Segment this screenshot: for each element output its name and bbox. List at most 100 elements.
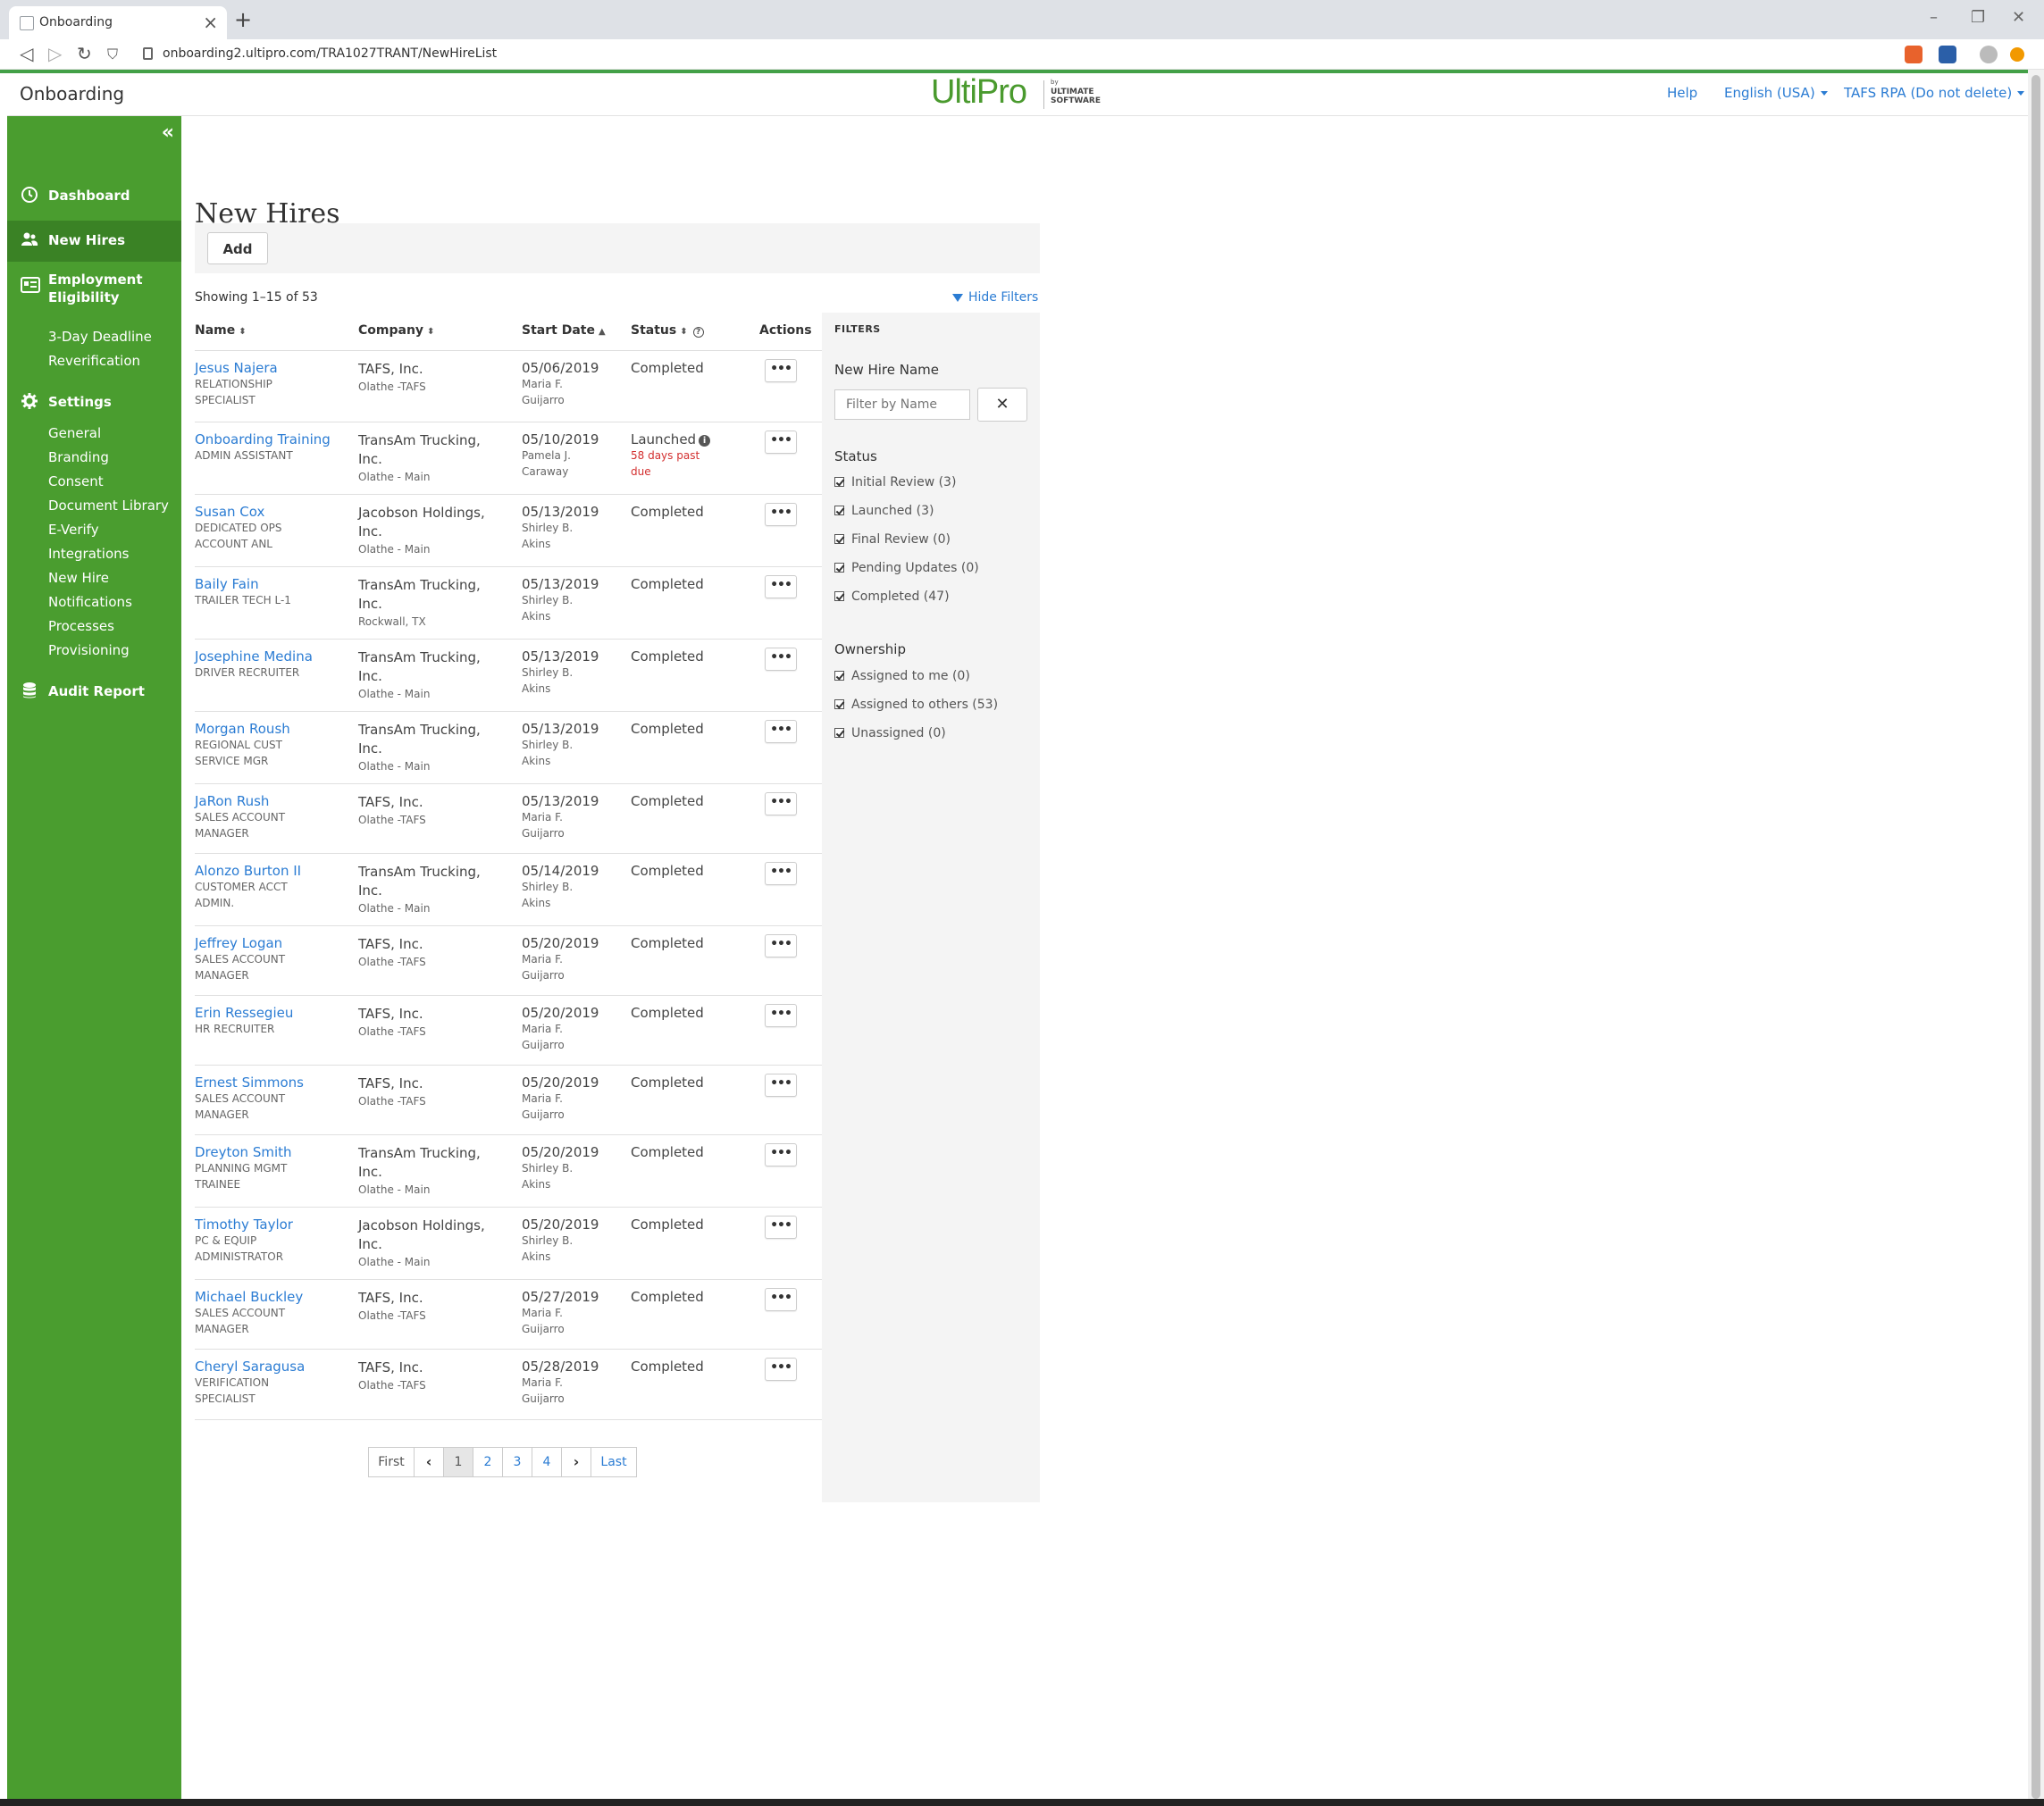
new-hire-name-link[interactable]: Michael Buckley	[195, 1289, 347, 1305]
page-1-button[interactable]: 1	[443, 1447, 473, 1477]
column-header-name[interactable]: Name ⬍	[195, 323, 247, 338]
checkbox-checked-icon[interactable]	[834, 671, 844, 681]
column-header-status[interactable]: Status ⬍?	[631, 323, 704, 338]
minimize-icon[interactable]: –	[1930, 8, 1938, 27]
checkbox-checked-icon[interactable]	[834, 477, 844, 487]
sidebar-subitem-document-library[interactable]: Document Library	[48, 497, 169, 514]
new-hire-name-link[interactable]: Josephine Medina	[195, 648, 347, 665]
status-filter-initial-review[interactable]: Initial Review (3)	[834, 475, 956, 489]
status-filter-completed[interactable]: Completed (47)	[834, 589, 950, 604]
next-page-icon[interactable]: ›	[561, 1447, 591, 1477]
new-hire-name-link[interactable]: Onboarding Training	[195, 431, 347, 447]
new-hire-name-link[interactable]: Alonzo Burton II	[195, 863, 347, 879]
profile-icon[interactable]	[1980, 46, 1998, 63]
new-hire-name-link[interactable]: Jesus Najera	[195, 360, 347, 376]
checkbox-checked-icon[interactable]	[834, 506, 844, 515]
new-hire-name-link[interactable]: Timothy Taylor	[195, 1217, 347, 1233]
close-tab-icon[interactable]: ×	[203, 12, 218, 33]
clear-filter-icon[interactable]: ✕	[977, 388, 1027, 422]
reload-icon[interactable]: ↻	[77, 43, 92, 64]
previous-page-icon[interactable]: ‹	[414, 1447, 444, 1477]
status-filter-final-review[interactable]: Final Review (0)	[834, 532, 951, 547]
bookmark-icon[interactable]: ⛉	[107, 46, 118, 63]
status-filter-launched[interactable]: Launched (3)	[834, 504, 934, 518]
page-4-button[interactable]: 4	[532, 1447, 562, 1477]
row-actions-button[interactable]: •••	[765, 1143, 797, 1166]
new-hire-name-link[interactable]: Susan Cox	[195, 504, 347, 520]
page-scrollbar[interactable]	[2028, 70, 2044, 1806]
sidebar-item-employment-eligibility[interactable]: Employment Eligibility	[7, 267, 181, 312]
sidebar-subitem-branding[interactable]: Branding	[48, 449, 109, 465]
row-actions-button[interactable]: •••	[765, 1288, 797, 1311]
row-actions-button[interactable]: •••	[765, 862, 797, 885]
sidebar-item-audit-report[interactable]: Audit Report	[7, 672, 181, 713]
row-actions-button[interactable]: •••	[765, 1004, 797, 1027]
help-link[interactable]: Help	[1667, 85, 1697, 101]
forward-icon[interactable]: ▷	[48, 43, 62, 64]
sidebar-subitem-e-verify[interactable]: E-Verify	[48, 522, 99, 538]
ownership-filter-assigned-to-me[interactable]: Assigned to me (0)	[834, 669, 970, 683]
add-new-hire-button[interactable]: Add	[207, 232, 268, 264]
sidebar-item-new-hires[interactable]: New Hires	[7, 221, 181, 262]
filter-by-name-input[interactable]	[834, 389, 970, 420]
sidebar-subitem-provisioning[interactable]: Provisioning	[48, 642, 130, 658]
update-alert-icon[interactable]	[2010, 47, 2024, 62]
row-actions-button[interactable]: •••	[765, 503, 797, 526]
checkbox-checked-icon[interactable]	[834, 563, 844, 573]
help-icon[interactable]: ?	[692, 327, 704, 338]
sidebar-subitem-reverification[interactable]: Reverification	[48, 353, 140, 369]
page-2-button[interactable]: 2	[473, 1447, 503, 1477]
new-hire-name-link[interactable]: Cheryl Saragusa	[195, 1359, 347, 1375]
sidebar-subitem-general[interactable]: General	[48, 425, 101, 441]
row-actions-button[interactable]: •••	[765, 431, 797, 454]
sidebar-subitem-consent[interactable]: Consent	[48, 473, 104, 489]
first-page-button[interactable]: First	[368, 1447, 415, 1477]
address-bar[interactable]: onboarding2.ultipro.com/TRA1027TRANT/New…	[163, 46, 497, 61]
column-header-start-date[interactable]: Start Date ▲	[522, 323, 606, 338]
row-actions-button[interactable]: •••	[765, 575, 797, 598]
row-actions-button[interactable]: •••	[765, 1216, 797, 1239]
ownership-filter-assigned-to-others[interactable]: Assigned to others (53)	[834, 698, 998, 712]
close-window-icon[interactable]: ✕	[2012, 8, 2025, 27]
column-header-company[interactable]: Company ⬍	[358, 323, 434, 338]
info-icon[interactable]: i	[699, 435, 711, 447]
new-hire-name-link[interactable]: Erin Ressegieu	[195, 1005, 347, 1021]
last-page-button[interactable]: Last	[591, 1447, 637, 1477]
checkbox-checked-icon[interactable]	[834, 534, 844, 544]
row-actions-button[interactable]: •••	[765, 648, 797, 671]
restore-icon[interactable]: ❐	[1971, 8, 1985, 27]
collapse-sidebar-icon[interactable]: «	[162, 121, 174, 144]
sidebar-item-dashboard[interactable]: Dashboard	[7, 176, 181, 217]
checkbox-checked-icon[interactable]	[834, 699, 844, 709]
language-menu[interactable]: English (USA)	[1724, 85, 1828, 101]
status-filter-pending-updates[interactable]: Pending Updates (0)	[834, 561, 979, 575]
sidebar-subitem-integrations[interactable]: Integrations	[48, 546, 129, 562]
new-hire-name-link[interactable]: JaRon Rush	[195, 793, 347, 809]
sidebar-subitem-processes[interactable]: Processes	[48, 618, 114, 634]
row-actions-button[interactable]: •••	[765, 359, 797, 382]
new-hire-name-link[interactable]: Dreyton Smith	[195, 1144, 347, 1160]
back-icon[interactable]: ◁	[20, 43, 33, 64]
new-hire-name-link[interactable]: Morgan Roush	[195, 721, 347, 737]
brave-shield-icon[interactable]	[1905, 46, 1923, 63]
row-actions-button[interactable]: •••	[765, 720, 797, 743]
account-menu[interactable]: TAFS RPA (Do not delete)	[1844, 85, 2025, 101]
new-hire-name-link[interactable]: Ernest Simmons	[195, 1074, 347, 1091]
checkbox-checked-icon[interactable]	[834, 728, 844, 738]
hide-filters-link[interactable]: Hide Filters	[952, 290, 1038, 305]
ownership-filter-unassigned[interactable]: Unassigned (0)	[834, 726, 946, 740]
sidebar-subitem-new-hire[interactable]: New Hire	[48, 570, 109, 586]
checkbox-checked-icon[interactable]	[834, 591, 844, 601]
new-hire-name-link[interactable]: Jeffrey Logan	[195, 935, 347, 951]
browser-tab[interactable]: Onboarding ×	[9, 6, 227, 39]
row-actions-button[interactable]: •••	[765, 1074, 797, 1097]
sidebar-subitem-notifications[interactable]: Notifications	[48, 594, 132, 610]
scrollbar-thumb[interactable]	[2031, 75, 2040, 1799]
new-tab-button[interactable]: +	[234, 7, 252, 32]
sidebar-item-settings[interactable]: Settings	[7, 382, 181, 423]
row-actions-button[interactable]: •••	[765, 934, 797, 957]
extension-icon[interactable]	[1939, 46, 1956, 63]
sidebar-subitem-3-day-deadline[interactable]: 3-Day Deadline	[48, 329, 152, 345]
new-hire-name-link[interactable]: Baily Fain	[195, 576, 347, 592]
row-actions-button[interactable]: •••	[765, 792, 797, 815]
